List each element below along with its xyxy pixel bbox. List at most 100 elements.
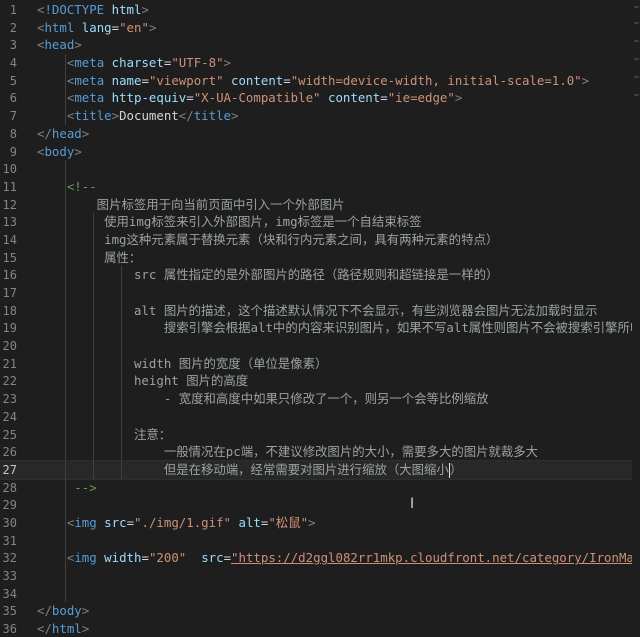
line-code[interactable]: <body> bbox=[37, 143, 82, 161]
line-code[interactable]: 使用img标签来引入外部图片，img标签是一个自结束标签 bbox=[37, 213, 422, 231]
code-line[interactable]: 4 <meta charset="UTF-8"> bbox=[0, 54, 640, 72]
line-code[interactable]: <img width="200" src="https://d2ggl082rr… bbox=[37, 549, 640, 567]
code-line[interactable]: 29 bbox=[0, 496, 640, 514]
line-number: 20 bbox=[2, 339, 17, 354]
text-cursor-ibeam-icon: I bbox=[410, 496, 415, 512]
code-line[interactable]: 18 alt 图片的描述，这个描述默认情况下不会显示，有些浏览器会图片无法加载时… bbox=[0, 301, 640, 320]
line-number: 18 bbox=[2, 303, 17, 318]
code-line[interactable]: 5 <meta name="viewport" content="width=d… bbox=[0, 71, 640, 90]
code-line[interactable]: 1 <!DOCTYPE html> bbox=[0, 1, 640, 19]
line-number: 22 bbox=[2, 374, 17, 389]
code-line[interactable]: 19 搜索引擎会根据alt中的内容来识别图片，如果不写alt属性则图片不会被搜索… bbox=[0, 319, 640, 338]
token-str: "ie=edge" bbox=[387, 90, 455, 106]
token-cmt: 使用img标签来引入外部图片，img标签是一个自结束标签 bbox=[37, 214, 422, 230]
token-tag: img bbox=[74, 550, 97, 566]
line-code[interactable]: <title>Document</title> bbox=[37, 107, 239, 125]
line-code[interactable]: <head> bbox=[37, 36, 82, 54]
line-code[interactable]: 注意： bbox=[37, 426, 171, 444]
code-line[interactable]: 12 图片标签用于向当前页面中引入一个外部图片 bbox=[0, 195, 640, 214]
token-attr: html bbox=[111, 2, 142, 17]
line-code[interactable]: height 图片的高度 bbox=[37, 372, 248, 390]
token-attr: http-equiv bbox=[111, 90, 187, 106]
line-code[interactable]: width 图片的宽度（单位是像素） bbox=[37, 355, 327, 373]
code-line[interactable]: 16 src 属性指定的是外部图片的路径（路径规则和超链接是一样的） bbox=[0, 266, 640, 284]
line-number: 32 bbox=[2, 551, 17, 566]
line-number: 8 bbox=[9, 126, 17, 141]
code-line[interactable]: 28 --> bbox=[0, 478, 640, 497]
code-line[interactable]: 32 <img width="200" src="https://d2ggl08… bbox=[0, 549, 640, 567]
line-code[interactable]: 图片标签用于向当前页面中引入一个外部图片 bbox=[37, 196, 345, 214]
code-line[interactable]: 17 bbox=[0, 284, 640, 302]
line-code[interactable]: 但是在移动端，经常需要对图片进行缩放（大图缩小） bbox=[37, 461, 462, 479]
line-code[interactable]: img这种元素属于替换元素（块和行内元素之间，具有两种元素的特点） bbox=[37, 231, 498, 249]
indent-guide bbox=[65, 496, 66, 514]
line-code[interactable]: </body> bbox=[37, 602, 89, 620]
token-attr: width bbox=[104, 550, 142, 566]
line-code[interactable]: 搜索引擎会根据alt中的内容来识别图片，如果不写alt属性则图片不会被搜索引擎所… bbox=[37, 319, 640, 337]
code-line[interactable]: 24 bbox=[0, 407, 640, 426]
token-br: > bbox=[111, 108, 120, 124]
code-line[interactable]: 13 使用img标签来引入外部图片，img标签是一个自结束标签 bbox=[0, 213, 640, 231]
code-line[interactable]: 27 但是在移动端，经常需要对图片进行缩放（大图缩小） bbox=[0, 459, 640, 480]
code-line[interactable]: 2 <html lang="en"> bbox=[0, 19, 640, 37]
code-line[interactable]: 15 属性： bbox=[0, 248, 640, 267]
code-line[interactable]: 26 一般情况在pc端，不建议修改图片的大小，需要多大的图片就裁多大 bbox=[0, 443, 640, 461]
code-line[interactable]: 30 <img src="./img/1.gif" alt="松鼠"> bbox=[0, 513, 640, 532]
token-tag: head bbox=[44, 37, 75, 53]
code-line[interactable]: 14 img这种元素属于替换元素（块和行内元素之间，具有两种元素的特点） bbox=[0, 230, 640, 249]
code-line[interactable]: 35 </body> bbox=[0, 602, 640, 620]
code-line[interactable]: 11 <!-- bbox=[0, 177, 640, 196]
line-code[interactable]: </head> bbox=[37, 125, 89, 143]
code-lines[interactable]: 1 <!DOCTYPE html> 2 <html lang="en"> 3 <head>… bbox=[0, 1, 640, 637]
token-cmt: 但是在移动端，经常需要对图片进行缩放（大图缩小 bbox=[37, 461, 449, 477]
line-code[interactable]: </html> bbox=[37, 620, 89, 637]
line-number: 25 bbox=[2, 427, 17, 442]
line-number: 36 bbox=[2, 622, 17, 637]
code-line[interactable]: 3 <head> bbox=[0, 36, 640, 54]
code-line[interactable]: 20 bbox=[0, 337, 640, 355]
code-line[interactable]: 7 <title>Document</title> bbox=[0, 107, 640, 125]
line-number: 24 bbox=[2, 409, 17, 424]
line-code[interactable]: 一般情况在pc端，不建议修改图片的大小，需要多大的图片就裁多大 bbox=[37, 443, 538, 461]
code-editor[interactable]: 1 <!DOCTYPE html> 2 <html lang="en"> 3 <head>… bbox=[0, 0, 640, 637]
line-code[interactable]: <!DOCTYPE html> bbox=[37, 1, 149, 19]
code-line[interactable]: 8 </head> bbox=[0, 125, 640, 143]
token-cmt: img这种元素属于替换元素（块和行内元素之间，具有两种元素的特点） bbox=[37, 231, 499, 247]
line-code[interactable]: - 宽度和高度中如果只修改了一个，则另一个会等比例缩放 bbox=[37, 390, 489, 408]
line-code[interactable]: <meta http-equiv="X-UA-Compatible" conte… bbox=[37, 89, 462, 107]
line-code[interactable]: src 属性指定的是外部图片的路径（路径规则和超链接是一样的） bbox=[37, 266, 498, 284]
code-line[interactable]: 31 bbox=[0, 531, 640, 550]
line-code[interactable]: <meta name="viewport" content="width=dev… bbox=[37, 72, 589, 90]
code-line[interactable]: 6 <meta http-equiv="X-UA-Compatible" con… bbox=[0, 89, 640, 108]
token-attr: charset bbox=[111, 55, 164, 71]
line-code[interactable]: 属性： bbox=[37, 249, 141, 267]
line-code[interactable]: <html lang="en"> bbox=[37, 19, 156, 37]
code-line[interactable]: 34 bbox=[0, 584, 640, 603]
code-line[interactable]: 23 - 宽度和高度中如果只修改了一个，则另一个会等比例缩放 bbox=[0, 390, 640, 408]
line-code[interactable]: alt 图片的描述，这个描述默认情况下不会显示，有些浏览器会图片无法加载时显示 bbox=[37, 302, 598, 320]
token-cmt: height 图片的高度 bbox=[37, 373, 249, 389]
line-code[interactable]: <!-- bbox=[37, 178, 97, 196]
line-code[interactable]: <meta charset="UTF-8"> bbox=[37, 54, 231, 72]
minimap-edge[interactable] bbox=[632, 0, 640, 637]
code-line[interactable]: 10 bbox=[0, 160, 640, 178]
code-line[interactable]: 21 width 图片的宽度（单位是像素） bbox=[0, 354, 640, 373]
code-line[interactable]: 22 height 图片的高度 bbox=[0, 372, 640, 391]
code-line[interactable]: 36 </html> bbox=[0, 620, 640, 637]
line-code[interactable]: <img src="./img/1.gif" alt="松鼠"> bbox=[37, 514, 316, 532]
indent-guide bbox=[65, 337, 66, 355]
token-br: </ bbox=[37, 621, 52, 637]
code-line[interactable]: 25 注意： bbox=[0, 425, 640, 444]
code-line[interactable]: 33 bbox=[0, 567, 640, 585]
token-cmt: src 属性指定的是外部图片的路径（路径规则和超链接是一样的） bbox=[37, 267, 499, 283]
indent-guide bbox=[93, 337, 94, 355]
line-code[interactable]: --> bbox=[37, 479, 96, 497]
token-tag: title bbox=[74, 108, 112, 124]
indent-guide bbox=[93, 407, 94, 426]
code-line[interactable]: 9 <body> bbox=[0, 143, 640, 161]
line-number: 27 bbox=[2, 462, 17, 477]
token-cmt: ） bbox=[449, 461, 463, 477]
line-number: 28 bbox=[2, 480, 17, 495]
